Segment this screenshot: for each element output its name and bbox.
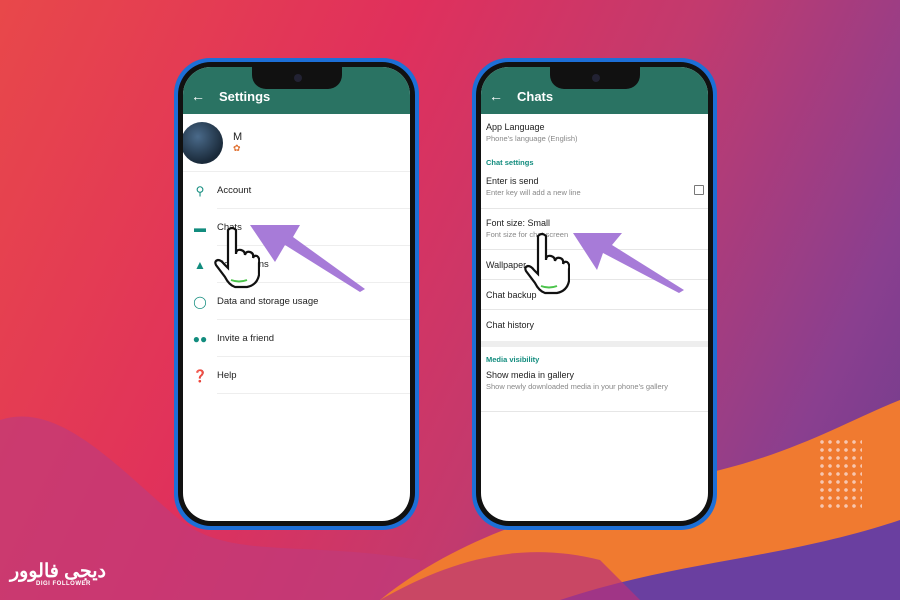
help-icon: ❓ [192, 368, 208, 383]
settings-item-invite[interactable]: ●● Invite a friend [183, 320, 410, 357]
chat-backup-row[interactable]: Chat backup [481, 280, 708, 310]
chat-icon: ▬ [194, 220, 206, 235]
chat-history-row[interactable]: Chat history [481, 310, 708, 341]
enter-is-send-row[interactable]: Enter is send Enter key will add a new l… [481, 171, 708, 209]
profile-name: M [233, 131, 243, 143]
settings-item-account[interactable]: ⚲ Account [183, 172, 410, 209]
chat-settings-header: Chat settings [486, 158, 534, 167]
media-visibility-header: Media visibility [486, 355, 540, 364]
enter-is-send-checkbox[interactable] [694, 184, 704, 195]
phone-settings: ← Settings M ✿ ⚲Account ▬Chats ▲Notifica… [174, 58, 419, 530]
font-size-row[interactable]: Font size: Small Font size for chat scre… [481, 209, 708, 250]
notch [549, 67, 640, 89]
key-icon: ⚲ [195, 183, 205, 198]
hand-cursor-icon [524, 232, 570, 295]
page-title: Settings [219, 89, 271, 104]
hand-cursor-icon [214, 226, 260, 289]
butterfly-icon: ✿ [233, 143, 241, 153]
avatar[interactable] [183, 121, 223, 164]
back-arrow-icon[interactable]: ← [191, 88, 219, 104]
app-language-row[interactable]: App Language Phone's language (English) [481, 114, 708, 154]
notch [251, 67, 342, 89]
show-media-row[interactable]: Show media in gallery Show newly downloa… [481, 368, 708, 412]
data-usage-icon: ◯ [193, 294, 207, 309]
people-icon: ●● [192, 331, 208, 346]
wallpaper-row[interactable]: Wallpaper [481, 250, 708, 280]
bell-icon: ▲ [194, 257, 206, 272]
background-wave [0, 400, 900, 600]
phone-chats: ← Chats App Language Phone's language (E… [472, 58, 717, 530]
settings-item-help[interactable]: ❓ Help [183, 357, 410, 394]
brand-logo: دیجی فالوور DIGI FOLLOWER [10, 561, 106, 587]
page-title: Chats [517, 89, 554, 104]
profile-row[interactable]: M ✿ [183, 114, 410, 172]
dot-pattern [818, 438, 862, 508]
back-arrow-icon[interactable]: ← [489, 88, 517, 104]
